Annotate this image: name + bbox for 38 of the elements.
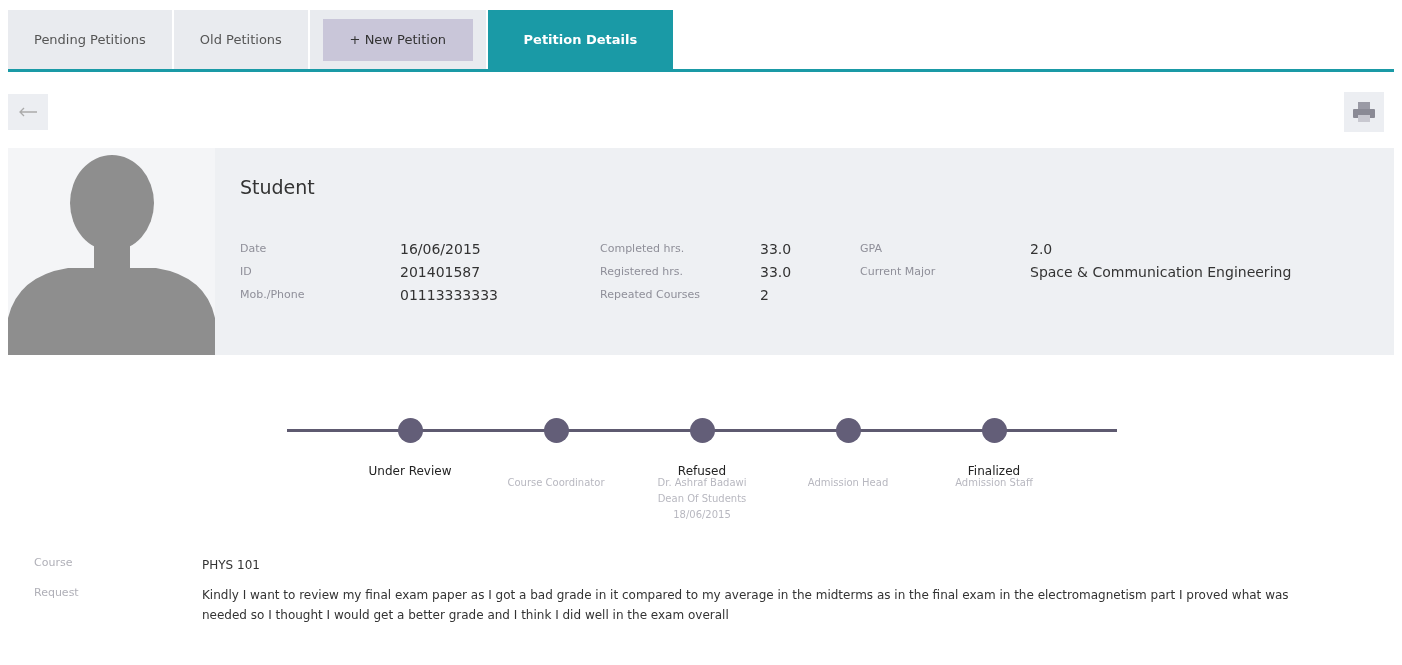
petition-value: PHYS 101 <box>202 557 261 574</box>
field-label: Current Major <box>860 263 937 280</box>
field-label: GPA <box>860 240 883 257</box>
back-button[interactable] <box>8 94 48 130</box>
field-value: 33.0 <box>760 239 793 258</box>
step-detail: Admission Staff <box>955 476 1033 490</box>
field-label: Registered hrs. <box>600 263 684 280</box>
student-name: Student <box>240 175 316 200</box>
field-label: Completed hrs. <box>600 240 686 257</box>
new-petition-button[interactable]: + New Petition <box>322 18 473 61</box>
step-detail: 18/06/2015 <box>673 508 731 522</box>
step-status: Under Review <box>368 464 452 478</box>
petition-label: Course <box>34 555 74 571</box>
field-label: Date <box>240 240 268 257</box>
step-detail: Course Coordinator <box>507 476 605 490</box>
petition-value: Kindly I want to review my final exam paper as I got a bad grade in it compared to my average in the midterms as in the final exam in the electromagnetism part I proved what was needed so I thought I would get a better grade and I think I did well in the exam overall <box>202 587 1290 624</box>
field-value: 33.0 <box>760 262 793 281</box>
field-value: 201401587 <box>400 262 482 281</box>
printer-icon <box>1352 101 1376 123</box>
field-label: Mob./Phone <box>240 286 306 303</box>
field-label: ID <box>240 263 253 280</box>
field-value: Space & Communication Engineering <box>1030 262 1293 281</box>
print-button[interactable] <box>1344 92 1384 132</box>
step-status: Refused <box>677 464 727 478</box>
step-detail: Dean Of Students <box>657 492 747 506</box>
back-arrow-icon <box>18 107 38 117</box>
step-status: Finalized <box>967 464 1021 478</box>
tab[interactable]: Pending Petitions <box>8 10 172 69</box>
field-label: Repeated Courses <box>600 286 702 303</box>
tab[interactable]: Petition Details <box>487 10 673 69</box>
step-detail: Admission Head <box>807 476 889 490</box>
petition-label: Request <box>34 585 80 601</box>
tab[interactable]: Old Petitions <box>173 10 308 69</box>
field-value: 16/06/2015 <box>400 239 482 258</box>
field-value: 01113333333 <box>400 285 499 304</box>
step-detail: Dr. Ashraf Badawi <box>657 476 747 490</box>
field-value: 2.0 <box>1030 239 1054 258</box>
field-value: 2 <box>760 285 770 304</box>
